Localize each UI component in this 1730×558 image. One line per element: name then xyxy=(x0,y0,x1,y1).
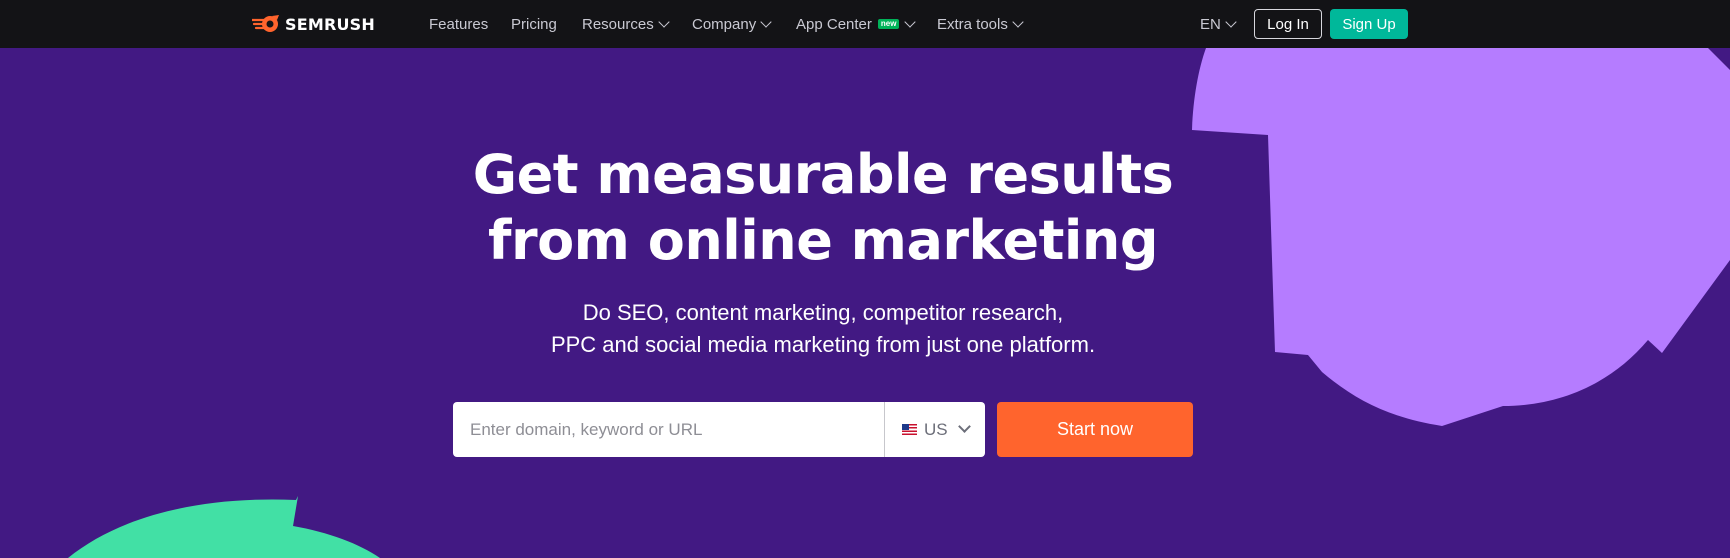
chevron-down-icon xyxy=(760,15,772,28)
nav-item-extra-tools[interactable]: Extra tools xyxy=(937,14,1024,34)
database-label: US xyxy=(924,419,948,439)
language-label: EN xyxy=(1200,15,1221,33)
decor-purple-circle xyxy=(1192,48,1730,426)
nav-item-label: Company xyxy=(692,15,757,33)
nav-item-label: Extra tools xyxy=(937,15,1008,33)
nav-item-label: Resources xyxy=(582,15,654,33)
chevron-down-icon xyxy=(1225,15,1237,28)
semrush-fire-icon xyxy=(252,15,279,32)
hero-title-line: from online marketing xyxy=(487,209,1159,272)
new-badge: new xyxy=(877,19,900,29)
hero-title: Get measurable results from online marke… xyxy=(420,142,1226,274)
search-input[interactable] xyxy=(453,402,884,457)
signup-button[interactable]: Sign Up xyxy=(1330,9,1408,39)
nav-item-features[interactable]: Features xyxy=(429,14,488,34)
nav-item-label: Features xyxy=(429,15,489,33)
database-select[interactable]: US xyxy=(884,402,985,457)
top-nav: SEMRUSH Features Pricing Resources Compa… xyxy=(0,0,1730,48)
search-form: US xyxy=(453,402,985,457)
chevron-down-icon xyxy=(904,15,917,28)
hero-subtitle-line: Do SEO, content marketing, competitor re… xyxy=(582,300,1064,325)
nav-item-label: App Center xyxy=(796,15,872,33)
nav-item-resources[interactable]: Resources xyxy=(582,14,670,34)
hero-subtitle: Do SEO, content marketing, competitor re… xyxy=(420,297,1226,361)
us-flag-icon xyxy=(902,424,917,435)
chevron-down-icon xyxy=(957,420,971,433)
nav-item-app-center[interactable]: App Center new xyxy=(796,14,917,34)
hero-subtitle-line: PPC and social media marketing from just… xyxy=(550,332,1096,357)
language-selector[interactable]: EN xyxy=(1200,14,1237,34)
brand-name: SEMRUSH xyxy=(285,14,376,34)
nav-item-pricing[interactable]: Pricing xyxy=(511,14,557,34)
nav-item-company[interactable]: Company xyxy=(692,14,772,34)
semrush-logo[interactable]: SEMRUSH xyxy=(252,12,375,36)
chevron-down-icon xyxy=(1012,15,1024,28)
decor-green-circle xyxy=(68,496,380,558)
chevron-down-icon xyxy=(658,15,670,28)
hero-title-line: Get measurable results xyxy=(472,143,1174,206)
login-button[interactable]: Log In xyxy=(1254,9,1322,39)
nav-item-label: Pricing xyxy=(511,15,557,33)
start-now-button[interactable]: Start now xyxy=(997,402,1193,457)
